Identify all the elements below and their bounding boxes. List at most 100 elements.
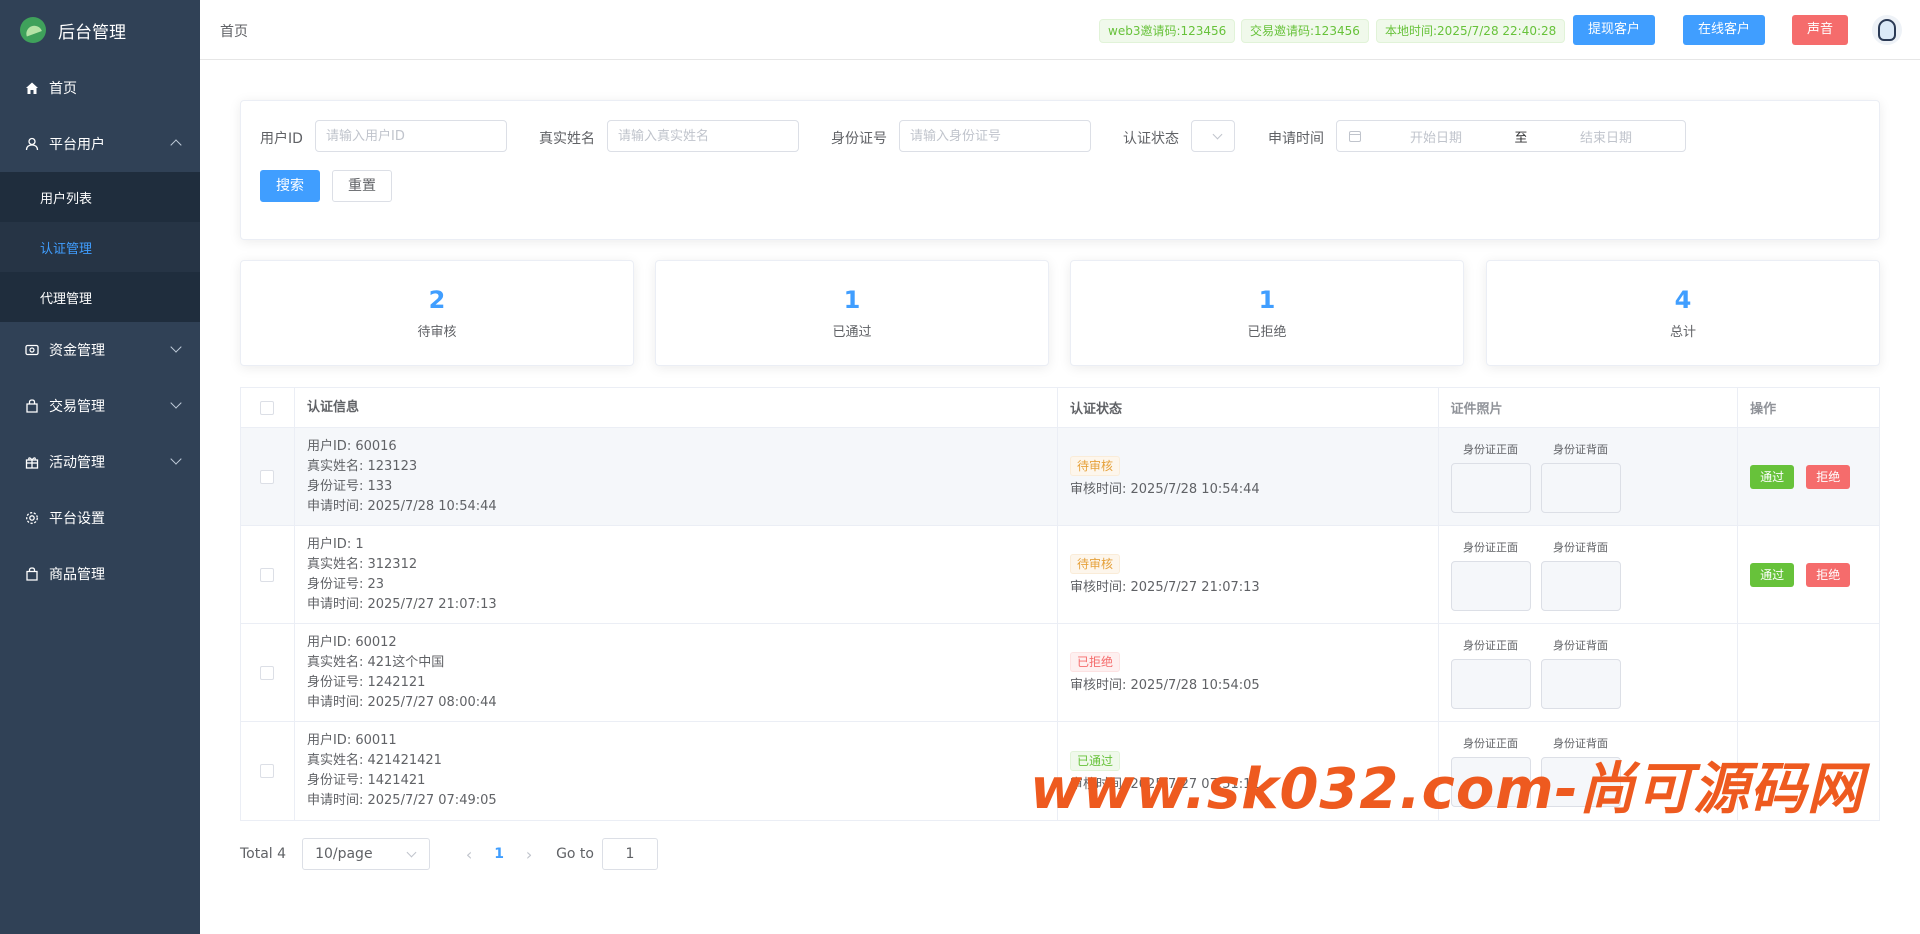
header-info: 认证信息 <box>295 388 1058 427</box>
status-badge: 待审核 <box>1070 456 1121 476</box>
id-number-input[interactable] <box>899 120 1091 152</box>
stat-label: 已拒绝 <box>1247 325 1287 340</box>
sound-button[interactable]: 声音 <box>1792 15 1849 45</box>
info-cell: 用户ID: 60012 真实姓名: 421这个中国 身份证号: 1242121 … <box>295 624 1058 721</box>
photo-thumbnail[interactable] <box>1450 462 1531 513</box>
photo-thumbnail[interactable] <box>1540 560 1621 611</box>
apply-time-text: 申请时间: 2025/7/27 08:00:44 <box>306 694 497 710</box>
user-id-label: 用户ID <box>260 131 303 147</box>
select-all-checkbox[interactable] <box>260 400 275 415</box>
row-checkbox[interactable] <box>260 665 275 680</box>
status-select[interactable] <box>1191 120 1235 152</box>
trade-invite-badge: 交易邀请码:123456 <box>1241 19 1369 43</box>
date-end-input[interactable]: 结束日期 <box>1531 127 1681 146</box>
page-number[interactable]: 1 <box>484 846 514 862</box>
approve-button[interactable]: 通过 <box>1750 562 1795 587</box>
review-time-text: 审核时间: 2025/7/27 21:07:13 <box>1070 580 1260 595</box>
id-number-text: 身份证号: 1242121 <box>306 674 426 690</box>
sidebar-item-label: 交易管理 <box>49 399 105 415</box>
row-checkbox[interactable] <box>260 469 275 484</box>
approve-button[interactable]: 通过 <box>1750 464 1795 489</box>
sidebar-item-activities[interactable]: 活动管理 <box>0 434 200 490</box>
photo-label: 身份证背面 <box>1553 540 1609 554</box>
status-cell: 已拒绝 审核时间: 2025/7/28 10:54:05 <box>1058 624 1439 721</box>
chevron-down-icon <box>1212 129 1223 140</box>
chevron-up-icon <box>170 139 182 151</box>
logo[interactable]: 后台管理 <box>0 0 200 60</box>
search-form: 用户ID 真实姓名 身份证号 认证状态 申请时间 开始日期 至 结束日期 搜索 … <box>240 100 1880 240</box>
sidebar-item-trades[interactable]: 交易管理 <box>0 378 200 434</box>
photo-label: 身份证背面 <box>1553 442 1609 456</box>
chevron-down-icon <box>170 341 182 353</box>
avatar-icon <box>1878 19 1896 41</box>
goto-page-input[interactable]: 1 <box>601 838 658 870</box>
real-name-text: 真实姓名: 421这个中国 <box>306 654 445 670</box>
row-checkbox-cell <box>241 526 295 623</box>
photo-thumbnail[interactable] <box>1540 658 1621 709</box>
table-row: 用户ID: 60016 真实姓名: 123123 身份证号: 133 申请时间:… <box>241 428 1879 526</box>
sidebar-item-settings[interactable]: 平台设置 <box>0 490 200 546</box>
header-photos: 证件照片 <box>1439 388 1739 427</box>
online-customers-button[interactable]: 在线客户 <box>1683 15 1766 45</box>
ops-cell: 通过 拒绝 <box>1738 428 1879 525</box>
photo-cell: 身份证正面 身份证背面 <box>1439 624 1739 721</box>
apply-date-range[interactable]: 开始日期 至 结束日期 <box>1336 120 1686 152</box>
sidebar-subitem-verification[interactable]: 认证管理 <box>0 222 200 272</box>
id-number-label: 身份证号 <box>831 131 887 147</box>
id-front-photo[interactable]: 身份证正面 <box>1450 441 1531 513</box>
breadcrumb[interactable]: 首页 <box>220 21 248 41</box>
stat-value: 1 <box>1258 286 1276 314</box>
sidebar-item-label: 商品管理 <box>49 567 105 583</box>
sidebar-item-home[interactable]: 首页 <box>0 60 200 116</box>
calendar-icon <box>1349 130 1361 142</box>
logo-icon <box>20 17 46 43</box>
top-header: 首页 web3邀请码:123456 交易邀请码:123456 本地时间:2025… <box>200 0 1920 60</box>
photo-cell: 身份证正面 身份证背面 <box>1439 428 1739 525</box>
stat-card-total: 4 总计 <box>1486 260 1880 366</box>
apply-time-text: 申请时间: 2025/7/27 21:07:13 <box>306 596 497 612</box>
status-label: 认证状态 <box>1123 131 1179 147</box>
id-front-photo[interactable]: 身份证正面 <box>1450 637 1531 709</box>
search-button[interactable]: 搜索 <box>260 170 320 202</box>
sidebar-item-products[interactable]: 商品管理 <box>0 546 200 602</box>
id-number-text: 身份证号: 133 <box>306 478 393 494</box>
id-back-photo[interactable]: 身份证背面 <box>1540 441 1621 513</box>
row-checkbox-cell <box>241 624 295 721</box>
reset-button[interactable]: 重置 <box>332 170 392 202</box>
header-checkbox-cell <box>241 388 295 427</box>
prev-page-button[interactable]: ‹ <box>454 845 484 864</box>
sidebar-item-label: 平台用户 <box>49 137 105 153</box>
user-id-input[interactable] <box>315 120 507 152</box>
page-size-select[interactable]: 10/page <box>302 838 431 870</box>
reject-button[interactable]: 拒绝 <box>1806 464 1851 489</box>
id-back-photo[interactable]: 身份证背面 <box>1540 539 1621 611</box>
sidebar-subitem-agents[interactable]: 代理管理 <box>0 272 200 322</box>
sidebar-subitem-user-list[interactable]: 用户列表 <box>0 172 200 222</box>
withdraw-customers-button[interactable]: 提现客户 <box>1573 15 1656 45</box>
stat-card-pending: 2 待审核 <box>240 260 634 366</box>
date-start-input[interactable]: 开始日期 <box>1361 127 1511 146</box>
id-back-photo[interactable]: 身份证背面 <box>1540 637 1621 709</box>
row-checkbox[interactable] <box>260 764 275 778</box>
sidebar-item-label: 首页 <box>49 81 77 97</box>
stat-card-rejected: 1 已拒绝 <box>1070 260 1464 366</box>
photo-thumbnail[interactable] <box>1450 658 1531 709</box>
next-page-button[interactable]: › <box>514 845 544 864</box>
chevron-down-icon <box>170 397 182 409</box>
row-checkbox[interactable] <box>260 567 275 582</box>
reject-button[interactable]: 拒绝 <box>1806 562 1851 587</box>
real-name-input[interactable] <box>607 120 799 152</box>
user-id-text: 用户ID: 60012 <box>306 634 397 650</box>
apply-time-label: 申请时间 <box>1268 131 1324 147</box>
photo-label: 身份证正面 <box>1463 540 1519 554</box>
status-badge: 待审核 <box>1070 554 1121 574</box>
id-front-photo[interactable]: 身份证正面 <box>1450 539 1531 611</box>
gift-icon <box>24 454 40 470</box>
sidebar-item-platform-users[interactable]: 平台用户 <box>0 116 200 172</box>
photo-thumbnail[interactable] <box>1450 560 1531 611</box>
sidebar-item-funds[interactable]: 资金管理 <box>0 322 200 378</box>
real-name-text: 真实姓名: 421421421 <box>306 753 442 768</box>
avatar[interactable] <box>1872 15 1902 45</box>
photo-thumbnail[interactable] <box>1540 462 1621 513</box>
table-header: 认证信息 认证状态 证件照片 操作 <box>241 388 1879 428</box>
